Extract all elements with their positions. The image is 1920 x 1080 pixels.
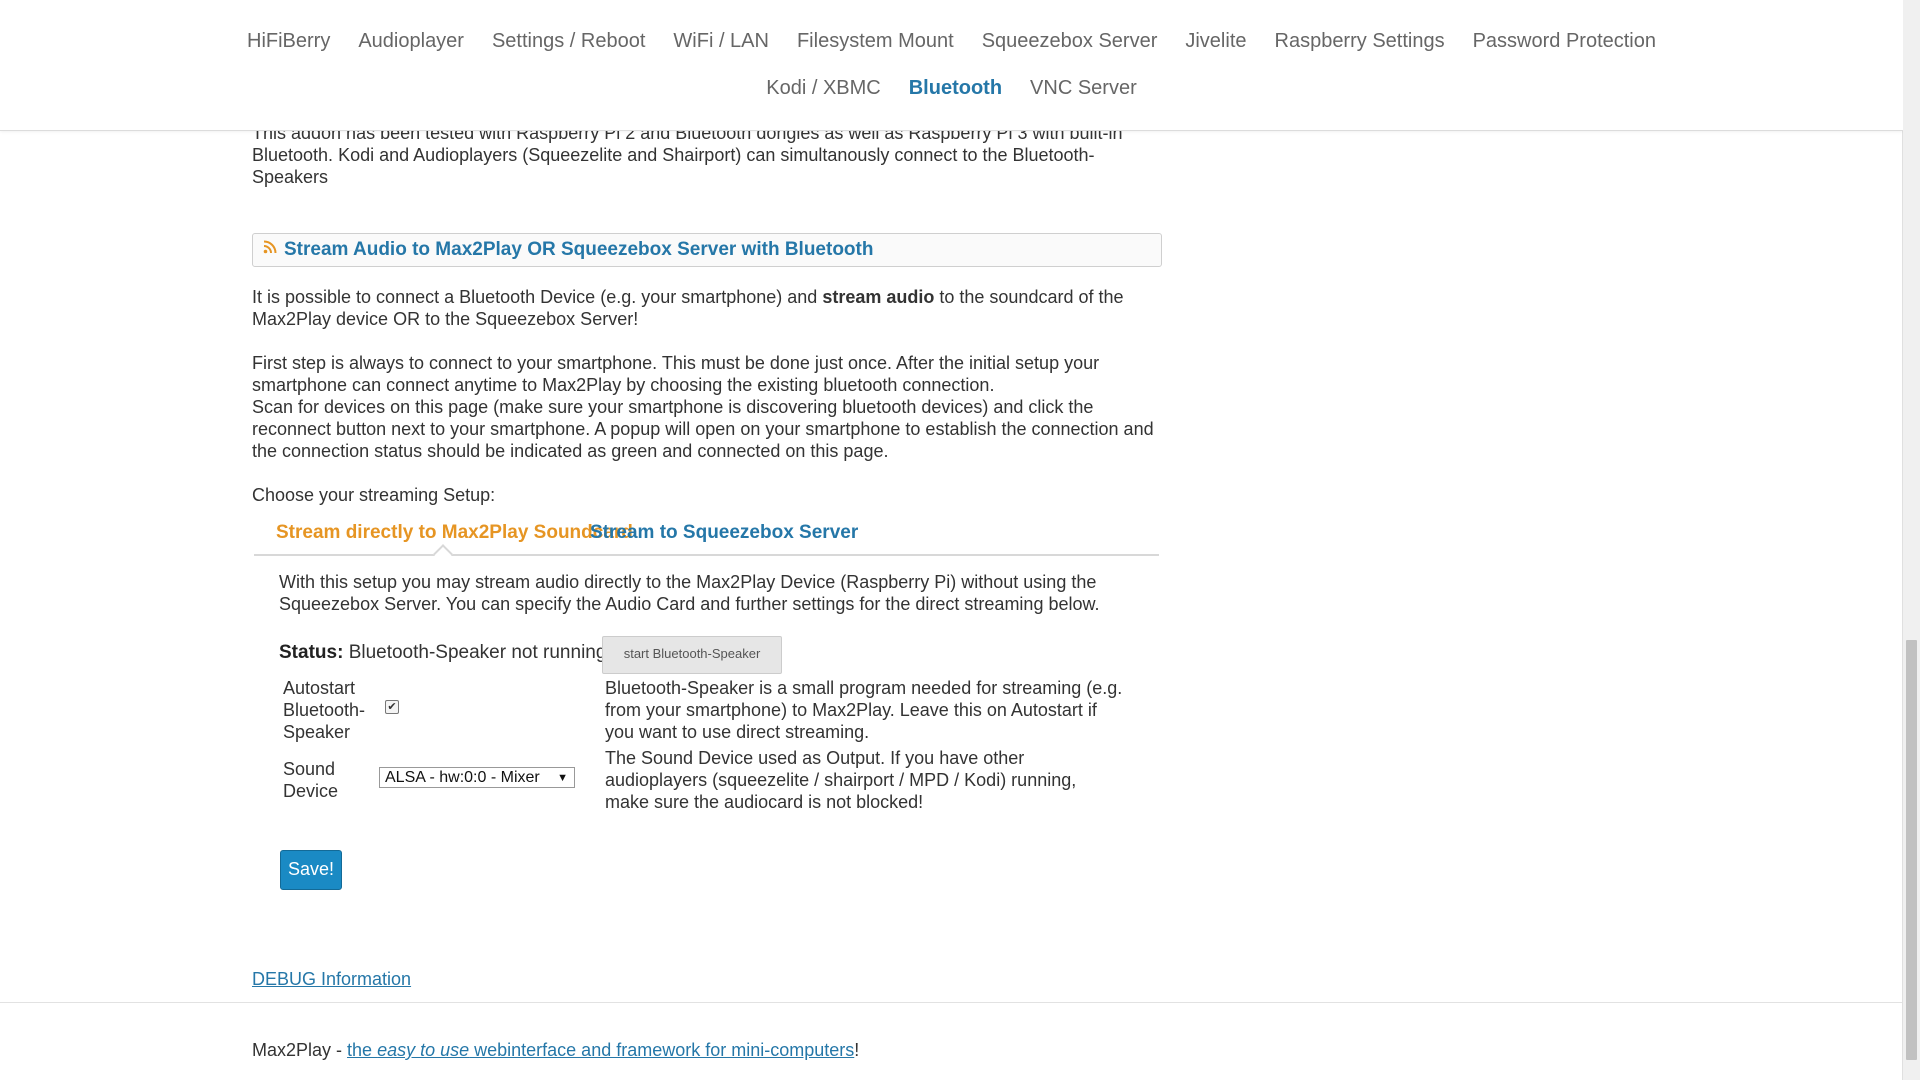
paragraph-stream-audio: It is possible to connect a Bluetooth De… (252, 286, 1162, 330)
scrollbar-thumb[interactable] (1906, 640, 1917, 1060)
sound-device-label: Sound Device (283, 759, 339, 801)
sound-device-select[interactable]: ALSA - hw:0:0 - Mixer ▼ (379, 767, 575, 788)
nav-item-squeezebox-server[interactable]: Squeezebox Server (968, 24, 1172, 59)
footer-link-text: webinterface and framework for mini-comp… (469, 1040, 855, 1060)
vertical-scrollbar[interactable] (1902, 0, 1920, 1080)
autostart-help-text: Bluetooth-Speaker is a small program nee… (605, 678, 1123, 742)
nav-item-vnc-server[interactable]: VNC Server (1016, 71, 1151, 106)
intro-text: This addon has been tested with Raspberr… (252, 123, 1123, 187)
footer-link-text: the (347, 1040, 378, 1060)
section-title: Stream Audio to Max2Play OR Squeezebox S… (284, 239, 874, 260)
tab-direct-soundcard[interactable]: Stream directly to Max2Play Soundcard (276, 522, 633, 544)
status-line: Status: Bluetooth-Speaker not running (279, 642, 606, 664)
rss-icon (263, 240, 277, 254)
section-header: Stream Audio to Max2Play OR Squeezebox S… (252, 233, 1162, 267)
footer-link-emphasis: easy to use (377, 1040, 470, 1060)
nav-row-1: HiFiBerry Audioplayer Settings / Reboot … (0, 24, 1903, 59)
start-bluetooth-speaker-button[interactable]: start Bluetooth-Speaker (602, 636, 782, 674)
footer-link[interactable]: the easy to use webinterface and framewo… (347, 1040, 854, 1060)
paragraph-text: Scan for devices on this page (make sure… (252, 397, 1154, 461)
autostart-checkbox[interactable]: ✔ (385, 700, 399, 714)
nav-item-wifi-lan[interactable]: WiFi / LAN (659, 24, 783, 59)
save-button[interactable]: Save! (280, 850, 342, 890)
nav-item-kodi-xbmc[interactable]: Kodi / XBMC (752, 71, 894, 106)
sound-device-help-text: The Sound Device used as Output. If you … (605, 748, 1077, 812)
footer-prefix: Max2Play - (252, 1040, 348, 1060)
autostart-label: Autostart Bluetooth-Speaker (283, 678, 366, 742)
dropdown-arrow-icon: ▼ (557, 772, 568, 784)
footer: Max2Play - the easy to use webinterface … (252, 1040, 859, 1061)
footer-suffix: ! (854, 1040, 860, 1060)
nav-row-2: Kodi / XBMC Bluetooth VNC Server (0, 71, 1903, 106)
streaming-tabs: Stream directly to Max2Play Soundcard St… (254, 518, 1159, 564)
tab-description: With this setup you may stream audio dir… (279, 572, 1100, 614)
choose-setup-label: Choose your streaming Setup: (252, 485, 496, 505)
active-tab-indicator (433, 544, 453, 564)
page: This addon has been tested with Raspberr… (0, 0, 1903, 1080)
nav-item-settings-reboot[interactable]: Settings / Reboot (478, 24, 659, 59)
status-label: Status: (279, 642, 344, 663)
footer-divider (0, 1002, 1903, 1003)
debug-information-link[interactable]: DEBUG Information (252, 968, 411, 990)
nav-item-audioplayer[interactable]: Audioplayer (344, 24, 478, 59)
paragraph-text: First step is always to connect to your … (252, 353, 1100, 395)
nav-item-password-protection[interactable]: Password Protection (1459, 24, 1670, 59)
nav-item-bluetooth[interactable]: Bluetooth (895, 71, 1016, 106)
top-navigation: HiFiBerry Audioplayer Settings / Reboot … (0, 0, 1903, 131)
nav-item-jivelite[interactable]: Jivelite (1171, 24, 1260, 59)
paragraph-bold-text: stream audio (822, 287, 935, 307)
nav-item-filesystem-mount[interactable]: Filesystem Mount (783, 24, 968, 59)
paragraph-first-step: First step is always to connect to your … (252, 352, 1172, 462)
nav-item-raspberry-settings[interactable]: Raspberry Settings (1261, 24, 1459, 59)
paragraph-text: It is possible to connect a Bluetooth De… (252, 287, 823, 307)
sound-device-value: ALSA - hw:0:0 - Mixer (385, 769, 540, 786)
status-value: Bluetooth-Speaker not running (348, 642, 607, 663)
nav-item-hifiberry[interactable]: HiFiBerry (233, 24, 344, 59)
tab-squeezebox-server[interactable]: Stream to Squeezebox Server (590, 522, 858, 544)
